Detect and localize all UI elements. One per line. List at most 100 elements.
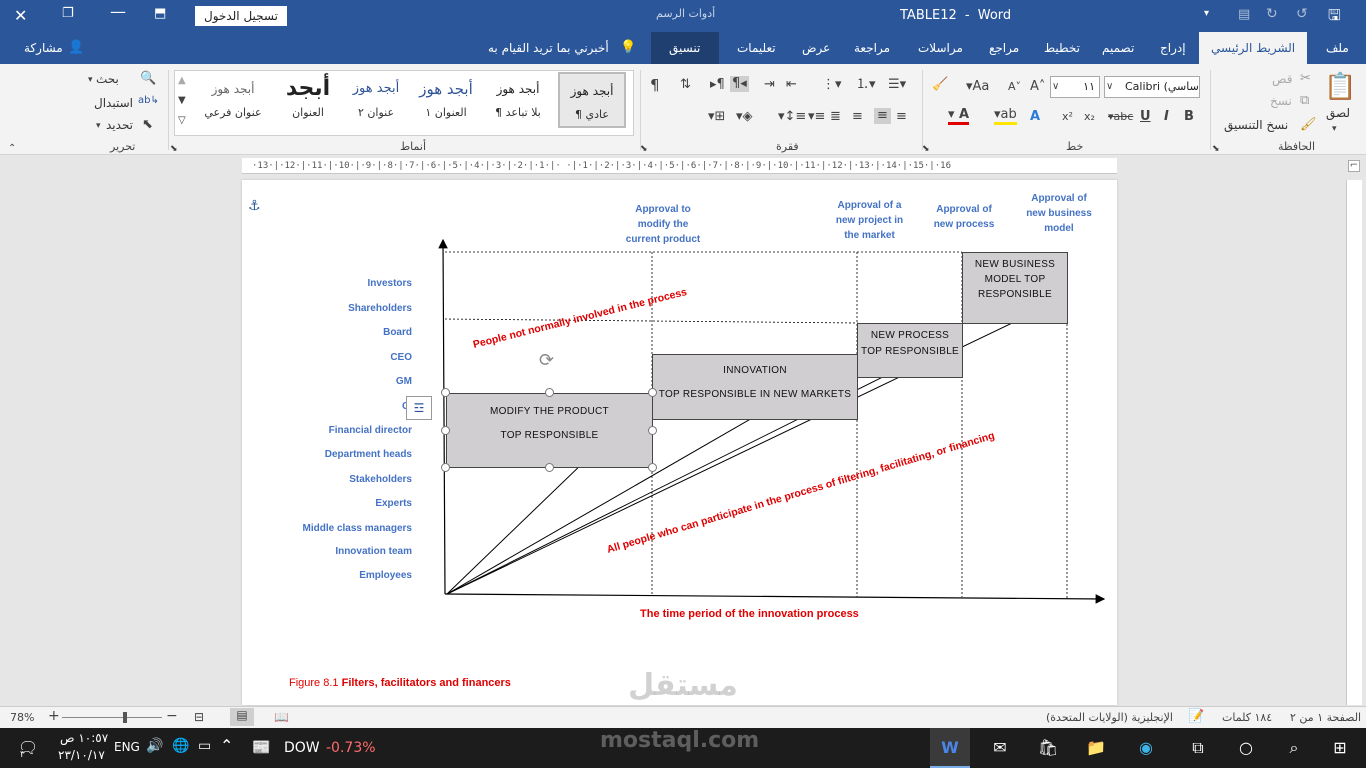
vertical-ruler[interactable] bbox=[1346, 180, 1362, 705]
align-left-icon[interactable]: ≡ bbox=[852, 110, 863, 124]
find-icon[interactable]: 🔍 bbox=[140, 72, 156, 86]
font-size-dropdown-icon[interactable]: ∨ bbox=[1052, 80, 1059, 94]
resize-handle[interactable] bbox=[648, 426, 657, 435]
font-launcher-icon[interactable]: ⬊ bbox=[922, 142, 930, 156]
line-spacing-icon[interactable]: ▾↕≡ bbox=[778, 110, 806, 124]
read-mode-icon[interactable]: 📖 bbox=[274, 710, 289, 724]
word-taskbar-icon[interactable]: W bbox=[930, 728, 970, 768]
cut-button[interactable]: قص bbox=[1272, 72, 1292, 86]
multilevel-list-icon[interactable]: ⋮▾ bbox=[822, 78, 842, 92]
shading-icon[interactable]: ▾◈ bbox=[736, 110, 753, 124]
document-page[interactable]: ⚓ People not normally involved in the pr… bbox=[242, 180, 1117, 705]
justify-icon[interactable]: ≣ bbox=[830, 110, 841, 124]
tab-file[interactable]: ملف bbox=[1326, 32, 1349, 64]
subscript-icon[interactable]: x₂ bbox=[1084, 110, 1095, 124]
font-name-box[interactable]: Calibri (أساسي) bbox=[1104, 76, 1200, 98]
zoom-out-icon[interactable]: − bbox=[166, 708, 178, 724]
font-name-dropdown-icon[interactable]: ∨ bbox=[1106, 80, 1113, 94]
resize-handle[interactable] bbox=[545, 463, 554, 472]
search-icon[interactable]: ⌕ bbox=[1274, 728, 1314, 768]
tab-references[interactable]: مراجع bbox=[989, 32, 1019, 64]
resize-handle[interactable] bbox=[545, 388, 554, 397]
save-icon[interactable]: 🖫 bbox=[1328, 5, 1341, 30]
resize-handle[interactable] bbox=[648, 463, 657, 472]
page-number[interactable]: الصفحة ١ من ٢ bbox=[1290, 711, 1361, 724]
style-subtitle[interactable]: أبجد هوز عنوان فرعي bbox=[198, 72, 268, 128]
collapse-ribbon-icon[interactable]: ⌃ bbox=[8, 142, 16, 156]
replace-icon[interactable]: ab↳ bbox=[138, 94, 159, 108]
network-icon[interactable]: 🌐 bbox=[172, 738, 189, 754]
rtl-paragraph-icon[interactable]: ¶◂ bbox=[730, 76, 749, 92]
format-painter-icon[interactable]: 🖌 bbox=[1300, 118, 1317, 132]
gallery-down-icon[interactable]: ▼ bbox=[178, 94, 186, 108]
signin-button[interactable]: تسجيل الدخول bbox=[195, 6, 287, 26]
clear-formatting-icon[interactable]: 🧹 bbox=[932, 78, 948, 92]
shrink-font-icon[interactable]: A˅ bbox=[1008, 80, 1021, 94]
style-no-spacing[interactable]: أبجد هوز ¶ بلا تباعد bbox=[486, 72, 550, 128]
redo-icon[interactable]: ↻ bbox=[1266, 6, 1278, 22]
sort-icon[interactable]: ⇅ bbox=[680, 78, 691, 92]
show-marks-icon[interactable]: ¶ bbox=[650, 78, 660, 93]
numbering-icon[interactable]: ⒈▾ bbox=[856, 78, 876, 92]
clock-time[interactable]: ١٠:٥٧ ص bbox=[60, 731, 108, 745]
tab-help[interactable]: تعليمات bbox=[737, 32, 776, 64]
paste-icon[interactable]: 📋 bbox=[1324, 72, 1356, 102]
ticker-change[interactable]: -0.73% bbox=[326, 740, 376, 756]
paste-button[interactable]: لصق bbox=[1326, 106, 1350, 120]
tab-home[interactable]: الشريط الرئيسي bbox=[1199, 32, 1308, 64]
bullets-icon[interactable]: ☰▾ bbox=[888, 78, 906, 92]
clipboard-launcher-icon[interactable]: ⬊ bbox=[1212, 142, 1220, 156]
print-layout-icon[interactable]: ▤ bbox=[230, 708, 254, 726]
style-heading-1[interactable]: أبجد هوز العنوان ١ bbox=[414, 72, 478, 128]
close-icon[interactable]: ✕ bbox=[14, 6, 27, 25]
ltr-paragraph-icon[interactable]: ▸¶ bbox=[710, 78, 725, 92]
paragraph-launcher-icon[interactable]: ⬊ bbox=[640, 142, 648, 156]
format-painter-button[interactable]: نسخ التنسيق bbox=[1224, 118, 1288, 132]
word-count[interactable]: ١٨٤ كلمات bbox=[1222, 711, 1272, 724]
align-center-icon[interactable]: ≡ bbox=[874, 108, 891, 124]
ticker-name[interactable]: DOW bbox=[284, 740, 320, 756]
box-innovation[interactable]: INNOVATION TOP RESPONSIBLE IN NEW MARKET… bbox=[652, 354, 858, 420]
layout-options-icon[interactable]: ☲ bbox=[406, 396, 432, 420]
store-taskbar-icon[interactable]: 🛍 bbox=[1028, 728, 1068, 768]
resize-handle[interactable] bbox=[441, 426, 450, 435]
ribbon-display-icon[interactable]: ⬒ bbox=[154, 6, 166, 21]
explorer-taskbar-icon[interactable]: 📁 bbox=[1076, 728, 1116, 768]
input-language[interactable]: ENG bbox=[114, 740, 140, 754]
find-dropdown-icon[interactable]: ▾ bbox=[88, 73, 93, 87]
superscript-icon[interactable]: x² bbox=[1062, 110, 1073, 124]
copy-icon[interactable]: ⧉ bbox=[1300, 94, 1309, 108]
grow-font-icon[interactable]: A˄ bbox=[1030, 80, 1045, 94]
select-dropdown-icon[interactable]: ▾ bbox=[96, 119, 101, 133]
style-heading-2[interactable]: أبجد هوز عنوان ٢ bbox=[344, 72, 408, 128]
cortana-icon[interactable]: ○ bbox=[1226, 728, 1266, 768]
italic-icon[interactable]: I bbox=[1164, 110, 1169, 124]
select-button[interactable]: تحديد bbox=[106, 118, 133, 132]
align-right-icon[interactable]: ≡ bbox=[896, 110, 907, 124]
copy-button[interactable]: نسخ bbox=[1270, 94, 1292, 108]
share-button[interactable]: مشاركة bbox=[24, 32, 63, 64]
undo-icon[interactable]: ↺ bbox=[1296, 6, 1308, 22]
box-new-process[interactable]: NEW PROCESS TOP RESPONSIBLE bbox=[857, 323, 963, 378]
increase-indent-icon[interactable]: ⇥ bbox=[764, 78, 775, 92]
change-case-icon[interactable]: ▾Aa bbox=[966, 80, 989, 94]
select-icon[interactable]: ⬉ bbox=[142, 118, 153, 132]
replace-button[interactable]: استبدال bbox=[94, 96, 133, 110]
horizontal-ruler[interactable]: ·13·|·12·|·11·|·10·|·9·|·8·|·7·|·6·|·5·|… bbox=[242, 158, 1117, 174]
mail-taskbar-icon[interactable]: ✉ bbox=[980, 728, 1020, 768]
distributed-icon[interactable]: ▾≡ bbox=[808, 110, 825, 124]
box-new-business-model[interactable]: NEW BUSINESS MODEL TOP RESPONSIBLE bbox=[962, 252, 1068, 324]
tab-mailings[interactable]: مراسلات bbox=[918, 32, 963, 64]
ruler-tab-selector-icon[interactable]: ⌐ bbox=[1348, 160, 1360, 172]
volume-icon[interactable]: 🔊 bbox=[146, 738, 163, 754]
battery-icon[interactable]: ▭ bbox=[198, 738, 211, 754]
edge-taskbar-icon[interactable]: ◉ bbox=[1126, 728, 1166, 768]
tab-layout[interactable]: تخطيط bbox=[1044, 32, 1080, 64]
styles-launcher-icon[interactable]: ⬊ bbox=[170, 142, 178, 156]
resize-handle[interactable] bbox=[648, 388, 657, 397]
paste-dropdown-icon[interactable]: ▾ bbox=[1332, 122, 1337, 136]
news-widget-icon[interactable]: 📰 bbox=[252, 738, 271, 756]
underline-icon[interactable]: U bbox=[1140, 110, 1151, 124]
task-view-icon[interactable]: ⧉ bbox=[1178, 728, 1218, 768]
tab-design[interactable]: تصميم bbox=[1102, 32, 1134, 64]
